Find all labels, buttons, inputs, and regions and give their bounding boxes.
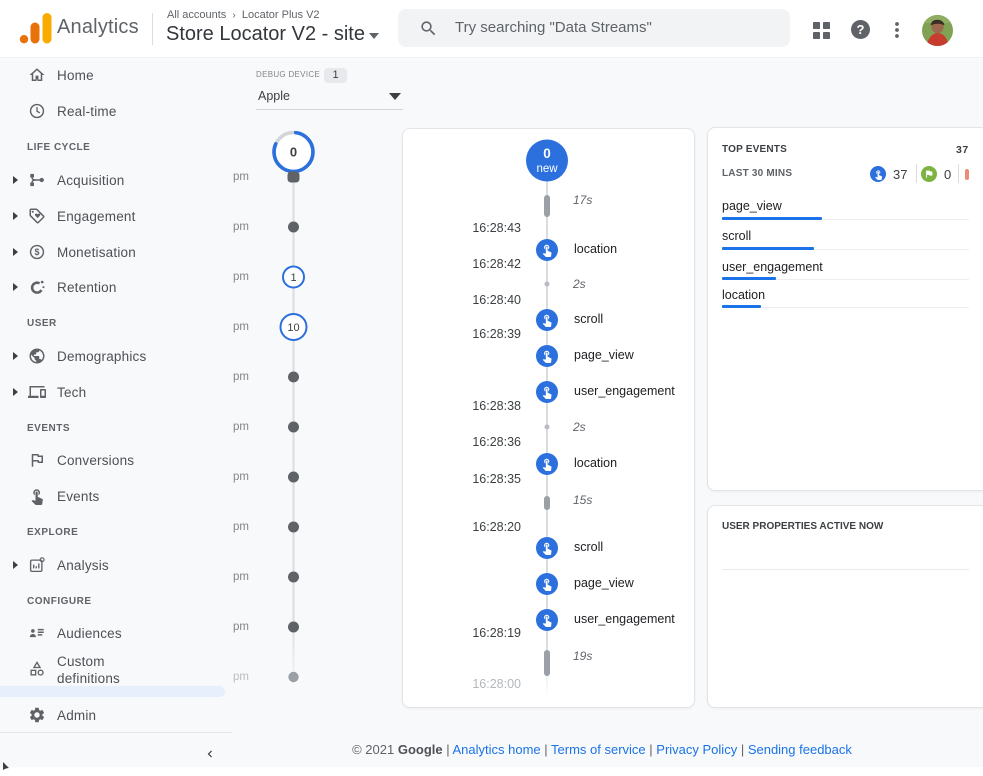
svg-text:10: 10 bbox=[287, 322, 299, 334]
svg-text:0: 0 bbox=[543, 146, 551, 161]
svg-text:1: 1 bbox=[290, 272, 296, 284]
svg-text:new: new bbox=[536, 163, 558, 175]
svg-text:0: 0 bbox=[290, 145, 297, 160]
